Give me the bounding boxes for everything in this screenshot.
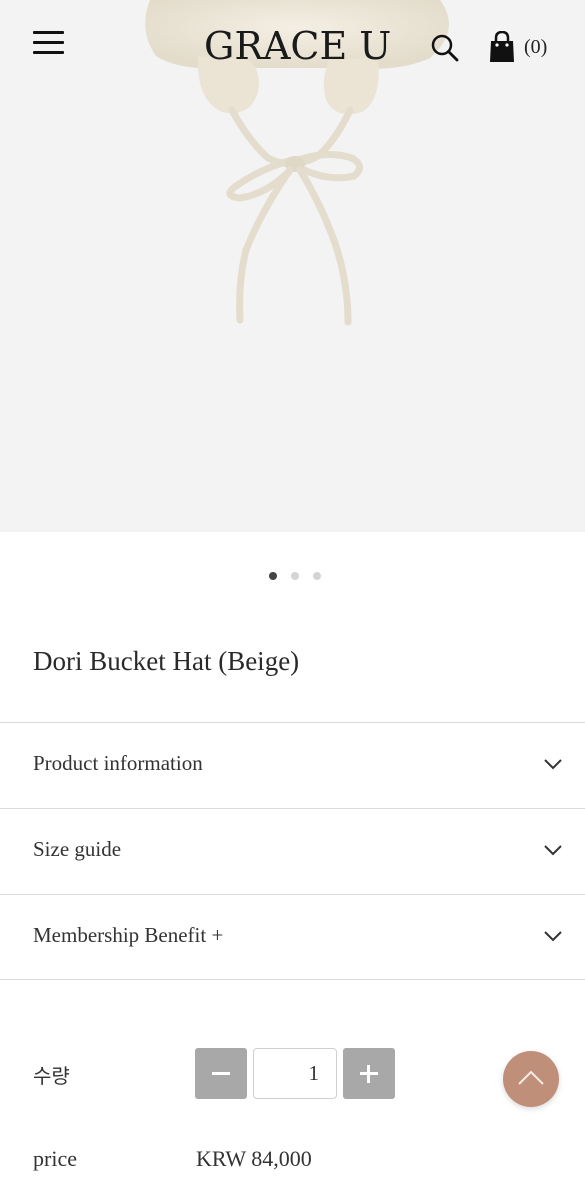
quantity-input[interactable]	[253, 1048, 337, 1099]
chevron-down-icon	[544, 845, 562, 856]
cart-button[interactable]: (0)	[489, 30, 547, 64]
accordion-divider	[0, 979, 585, 980]
chevron-down-icon	[544, 931, 562, 942]
accordion-size-guide[interactable]: Size guide	[0, 808, 585, 894]
quantity-label: 수량	[33, 1064, 70, 1088]
chevron-down-icon	[544, 759, 562, 770]
carousel-dot-2[interactable]	[290, 572, 299, 580]
site-header: GRACE U (0)	[0, 0, 585, 92]
quantity-decrease-button[interactable]	[195, 1048, 247, 1099]
accordion-label: Size guide	[33, 837, 122, 861]
carousel-indicators	[0, 572, 585, 580]
price-value: KRW 84,000	[196, 1146, 312, 1171]
accordion-label: Membership Benefit +	[33, 923, 224, 947]
search-icon[interactable]	[430, 33, 460, 63]
product-title: Dori Bucket Hat (Beige)	[33, 646, 300, 676]
accordion-label: Product information	[33, 751, 203, 775]
accordion-product-information[interactable]: Product information	[0, 722, 585, 808]
cart-count: (0)	[524, 35, 548, 58]
price-label: price	[33, 1146, 77, 1171]
carousel-dot-1[interactable]	[268, 572, 277, 580]
shopping-bag-icon	[490, 31, 514, 62]
scroll-to-top-button[interactable]	[503, 1051, 559, 1107]
brand-logo[interactable]: GRACE U	[204, 22, 391, 70]
chevron-up-icon	[518, 1070, 544, 1085]
quantity-increase-button[interactable]	[343, 1048, 395, 1099]
carousel-dot-3[interactable]	[312, 572, 321, 580]
menu-icon[interactable]	[33, 31, 65, 57]
accordion-membership-benefit[interactable]: Membership Benefit +	[0, 894, 585, 980]
